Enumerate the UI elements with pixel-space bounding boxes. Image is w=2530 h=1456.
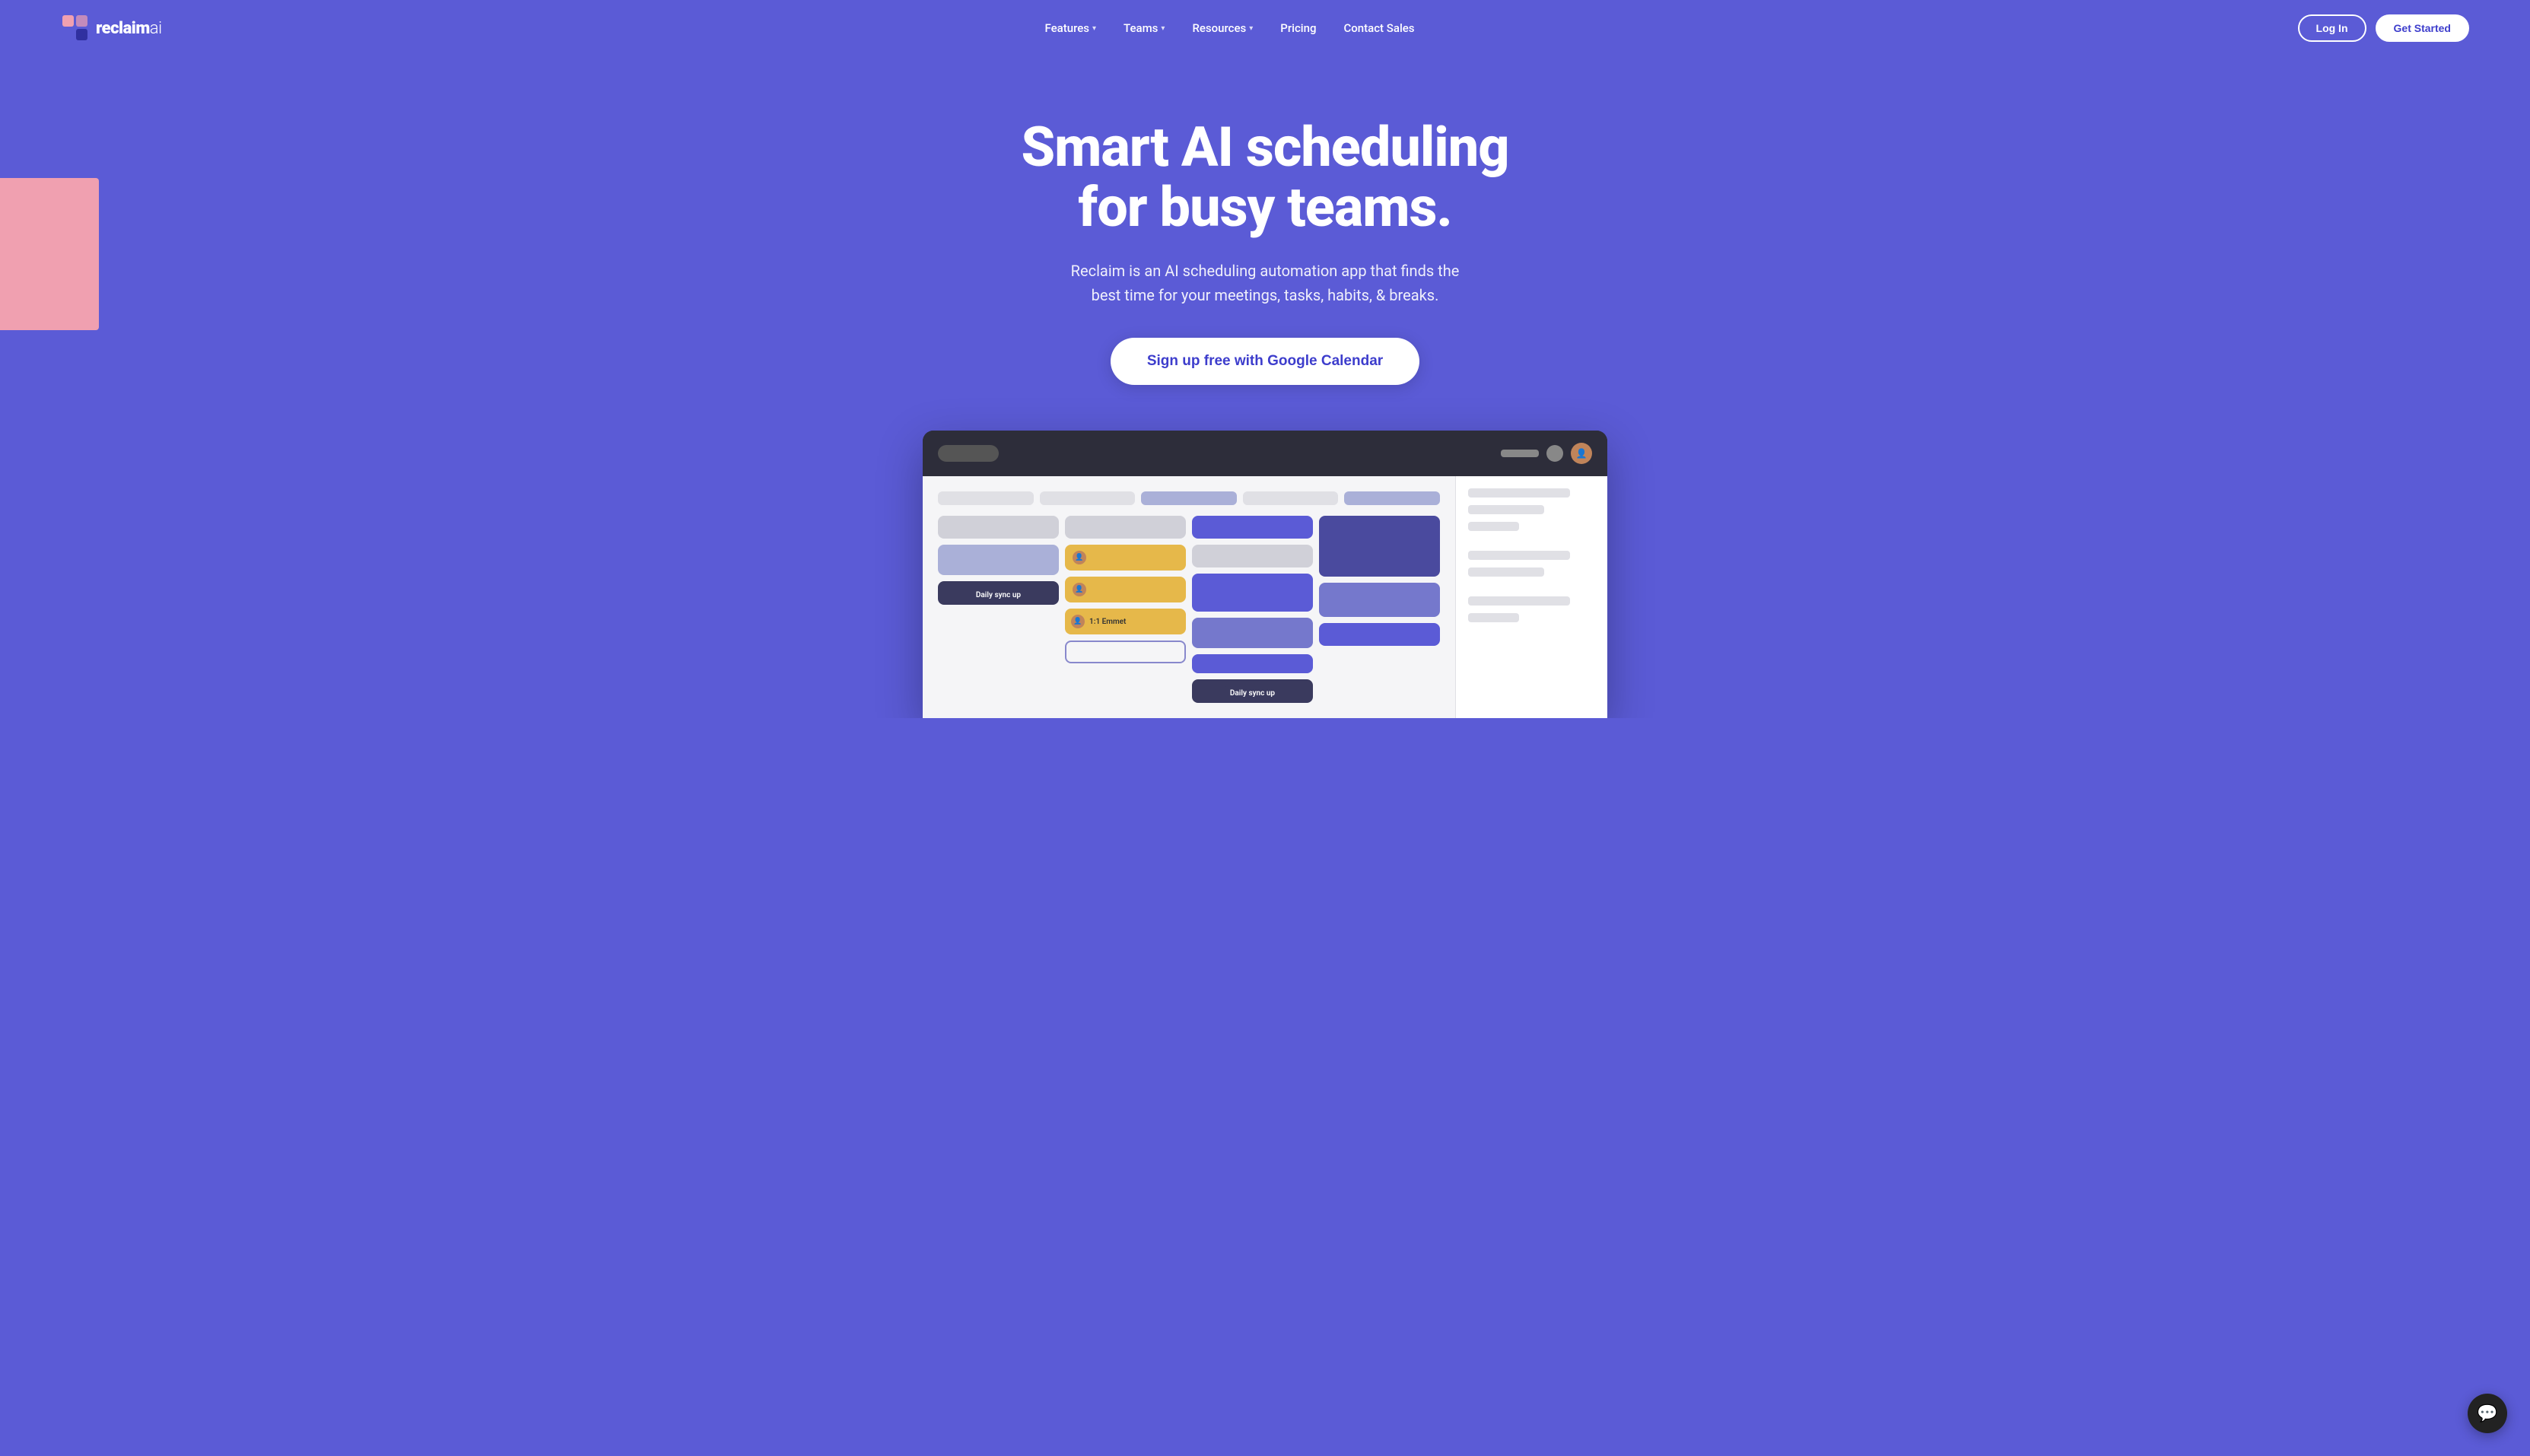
nav-label-resources: Resources bbox=[1192, 21, 1246, 35]
bottom-fill bbox=[0, 718, 2530, 749]
cal-event bbox=[938, 545, 1059, 575]
calendar-main: Daily sync up 👤 👤 bbox=[923, 476, 1455, 718]
sidebar-line bbox=[1468, 522, 1519, 531]
signup-button[interactable]: Sign up free with Google Calendar bbox=[1111, 338, 1419, 385]
chevron-down-icon: ▾ bbox=[1092, 24, 1096, 33]
cal-event bbox=[1192, 654, 1313, 673]
daily-sync-badge-2: Daily sync up bbox=[1192, 679, 1313, 703]
window-bar: 👤 bbox=[923, 431, 1607, 476]
chat-icon: 💬 bbox=[2477, 1404, 2497, 1423]
cal-event-label: 1:1 Emmet bbox=[1089, 618, 1126, 626]
cal-column-2: 👤 👤 👤 1:1 Emmet bbox=[1065, 516, 1186, 703]
sidebar-line bbox=[1468, 613, 1519, 622]
cal-event-yellow: 👤 bbox=[1065, 545, 1186, 571]
nav-item-contact[interactable]: Contact Sales bbox=[1343, 21, 1414, 35]
cal-column-1: Daily sync up bbox=[938, 516, 1059, 703]
hero-title: Smart AI scheduling for busy teams. bbox=[999, 117, 1531, 237]
avatar: 👤 bbox=[1071, 615, 1085, 628]
cal-event bbox=[938, 516, 1059, 539]
nav-label-pricing: Pricing bbox=[1280, 21, 1316, 35]
sidebar-line bbox=[1468, 596, 1570, 606]
sidebar-line bbox=[1468, 551, 1570, 560]
cal-event bbox=[1192, 574, 1313, 612]
nav-item-pricing[interactable]: Pricing bbox=[1280, 21, 1316, 35]
cal-event-bordered bbox=[1065, 641, 1186, 663]
cal-column-3: Daily sync up bbox=[1192, 516, 1313, 703]
cal-header-col1 bbox=[938, 491, 1034, 505]
calendar-grid: Daily sync up 👤 👤 bbox=[938, 516, 1440, 703]
nav-actions: Log In Get Started bbox=[2298, 14, 2469, 42]
cal-event bbox=[1192, 545, 1313, 567]
cal-event bbox=[1192, 516, 1313, 539]
nav-item-features[interactable]: Features ▾ bbox=[1045, 21, 1097, 35]
logo[interactable]: reclaimai bbox=[61, 14, 162, 43]
sidebar-line bbox=[1468, 488, 1570, 498]
decorative-pink-block bbox=[0, 178, 99, 330]
cal-column-4 bbox=[1319, 516, 1440, 703]
nav-item-resources[interactable]: Resources ▾ bbox=[1192, 21, 1253, 35]
hero-subtitle: Reclaim is an AI scheduling automation a… bbox=[1060, 259, 1470, 307]
daily-sync-badge-1: Daily sync up bbox=[938, 581, 1059, 605]
window-controls-right: 👤 bbox=[1501, 443, 1592, 464]
avatar: 👤 bbox=[1571, 443, 1592, 464]
nav-label-features: Features bbox=[1045, 21, 1089, 35]
get-started-button[interactable]: Get Started bbox=[2376, 14, 2469, 42]
calendar-preview: 👤 bbox=[923, 431, 1607, 718]
sidebar-line bbox=[1468, 567, 1544, 577]
chevron-down-icon: ▾ bbox=[1161, 24, 1165, 33]
chat-bubble[interactable]: 💬 bbox=[2468, 1394, 2507, 1433]
nav-label-teams: Teams bbox=[1124, 21, 1158, 35]
navbar: reclaimai Features ▾ Teams ▾ Resources ▾… bbox=[0, 0, 2530, 56]
window-line bbox=[1501, 450, 1539, 457]
calendar-window: 👤 bbox=[923, 431, 1607, 718]
cal-event bbox=[1065, 516, 1186, 539]
avatar: 👤 bbox=[1073, 583, 1086, 596]
window-pill bbox=[938, 445, 999, 462]
cal-header-col5 bbox=[1344, 491, 1440, 505]
cal-header-col3 bbox=[1141, 491, 1237, 505]
cal-header-col2 bbox=[1040, 491, 1136, 505]
calendar-sidebar bbox=[1455, 476, 1607, 718]
nav-label-contact: Contact Sales bbox=[1343, 21, 1414, 35]
logo-text: reclaimai bbox=[96, 19, 162, 38]
nav-links: Features ▾ Teams ▾ Resources ▾ Pricing C… bbox=[1045, 21, 1415, 35]
calendar-header-row bbox=[938, 491, 1440, 505]
cal-event-one-on-one: 👤 1:1 Emmet bbox=[1065, 609, 1186, 634]
logo-icon bbox=[61, 14, 90, 43]
hero-section: Smart AI scheduling for busy teams. Recl… bbox=[0, 56, 2530, 718]
cal-event bbox=[1319, 623, 1440, 646]
calendar-body: Daily sync up 👤 👤 bbox=[923, 476, 1607, 718]
chevron-down-icon: ▾ bbox=[1249, 24, 1253, 33]
window-dot bbox=[1546, 445, 1563, 462]
cal-event-yellow-2: 👤 bbox=[1065, 577, 1186, 602]
nav-item-teams[interactable]: Teams ▾ bbox=[1124, 21, 1165, 35]
cal-event bbox=[1319, 516, 1440, 577]
login-button[interactable]: Log In bbox=[2298, 14, 2366, 42]
cal-event bbox=[1192, 618, 1313, 648]
sidebar-line bbox=[1468, 505, 1544, 514]
cal-header-col4 bbox=[1243, 491, 1339, 505]
avatar: 👤 bbox=[1073, 551, 1086, 564]
cal-event bbox=[1319, 583, 1440, 617]
